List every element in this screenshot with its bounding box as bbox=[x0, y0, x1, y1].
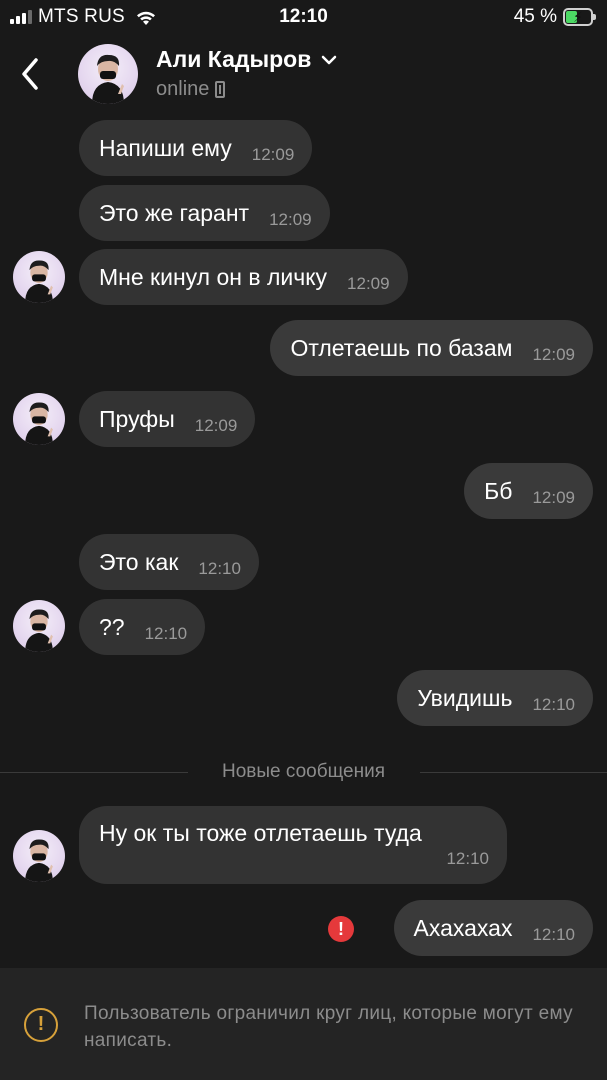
contact-status-row: online bbox=[156, 78, 226, 101]
notice-text: Пользователь ограничил круг лиц, которые… bbox=[84, 1003, 573, 1051]
avatar-image bbox=[25, 839, 53, 882]
message-text: Бб bbox=[484, 477, 513, 504]
restriction-notice: ! Пользователь ограничил круг лиц, котор… bbox=[0, 968, 607, 1080]
new-messages-divider: Новые сообщения bbox=[0, 760, 607, 786]
message-bubble-incoming[interactable]: Это как 12:10 bbox=[79, 534, 259, 590]
contact-name[interactable]: Али Кадыров bbox=[156, 46, 311, 73]
message-text: Мне кинул он в личку bbox=[99, 263, 328, 290]
message-text: ?? bbox=[99, 613, 125, 640]
back-chevron-icon[interactable] bbox=[16, 54, 46, 94]
contact-name-row[interactable]: Али Кадыров bbox=[156, 46, 337, 73]
message-text: Ахахахах bbox=[413, 914, 513, 941]
message-text: Это же гарант bbox=[99, 199, 250, 226]
warning-icon: ! bbox=[24, 1008, 58, 1042]
message-time: 12:10 bbox=[446, 849, 489, 868]
message-text: Напиши ему bbox=[99, 134, 232, 161]
message-time: 12:09 bbox=[532, 345, 575, 364]
message-bubble-outgoing[interactable]: Увидишь 12:10 bbox=[397, 670, 593, 726]
battery-percent: 45 % bbox=[513, 6, 557, 27]
mobile-phone-icon bbox=[215, 81, 226, 98]
contact-avatar[interactable] bbox=[78, 44, 138, 104]
message-bubble-incoming[interactable]: Мне кинул он в личку 12:09 bbox=[79, 249, 408, 305]
message-bubble-outgoing[interactable]: Бб 12:09 bbox=[464, 463, 593, 519]
sender-avatar[interactable] bbox=[13, 251, 65, 303]
message-bubble-incoming[interactable]: Напиши ему 12:09 bbox=[79, 120, 313, 176]
message-time: 12:10 bbox=[198, 559, 241, 578]
message-bubble-incoming[interactable]: Пруфы 12:09 bbox=[79, 391, 256, 447]
battery-charging-icon: ⚡ bbox=[563, 8, 596, 26]
message-text: Ну ок ты тоже отлетаешь туда bbox=[99, 820, 422, 846]
message-time: 12:10 bbox=[144, 624, 188, 643]
sender-avatar[interactable] bbox=[13, 830, 65, 882]
divider-line-right bbox=[420, 772, 607, 773]
sender-avatar[interactable] bbox=[13, 393, 65, 445]
message-time: 12:10 bbox=[532, 695, 575, 714]
status-right: 45 % ⚡ bbox=[513, 6, 596, 28]
send-error-icon[interactable]: ! bbox=[328, 916, 354, 942]
charging-bolt-icon: ⚡ bbox=[573, 9, 583, 25]
status-bar: MTS RUS 12:10 45 % ⚡ bbox=[0, 0, 607, 34]
message-time: 12:09 bbox=[532, 488, 575, 507]
message-time: 12:09 bbox=[347, 274, 390, 293]
message-bubble-outgoing[interactable]: Отлетаешь по базам 12:09 bbox=[270, 320, 593, 376]
chevron-down-icon[interactable] bbox=[321, 55, 337, 65]
avatar-image bbox=[92, 54, 124, 104]
message-bubble-incoming[interactable]: Это же гарант 12:09 bbox=[79, 185, 330, 241]
message-bubble-incoming[interactable]: Ну ок ты тоже отлетаешь туда 12:10 bbox=[79, 806, 507, 884]
avatar-image bbox=[25, 260, 53, 303]
message-text: Пруфы bbox=[99, 405, 175, 432]
message-time: 12:10 bbox=[532, 925, 575, 944]
message-time: 12:09 bbox=[269, 210, 312, 229]
chat-header: Али Кадыров online bbox=[0, 34, 607, 114]
message-bubble-incoming[interactable]: ?? 12:10 bbox=[79, 599, 206, 655]
message-time: 12:09 bbox=[194, 416, 238, 435]
message-text: Это как bbox=[99, 548, 179, 575]
message-bubble-outgoing[interactable]: Ахахахах 12:10 bbox=[393, 900, 593, 956]
message-time: 12:09 bbox=[251, 145, 295, 164]
avatar-image bbox=[25, 402, 53, 445]
contact-status: online bbox=[156, 78, 210, 100]
message-text: Увидишь bbox=[417, 684, 513, 711]
sender-avatar[interactable] bbox=[13, 600, 65, 652]
message-text: Отлетаешь по базам bbox=[290, 334, 513, 361]
chat-screen: MTS RUS 12:10 45 % ⚡ Али Кадыров online … bbox=[0, 0, 607, 1080]
avatar-image bbox=[25, 609, 53, 652]
